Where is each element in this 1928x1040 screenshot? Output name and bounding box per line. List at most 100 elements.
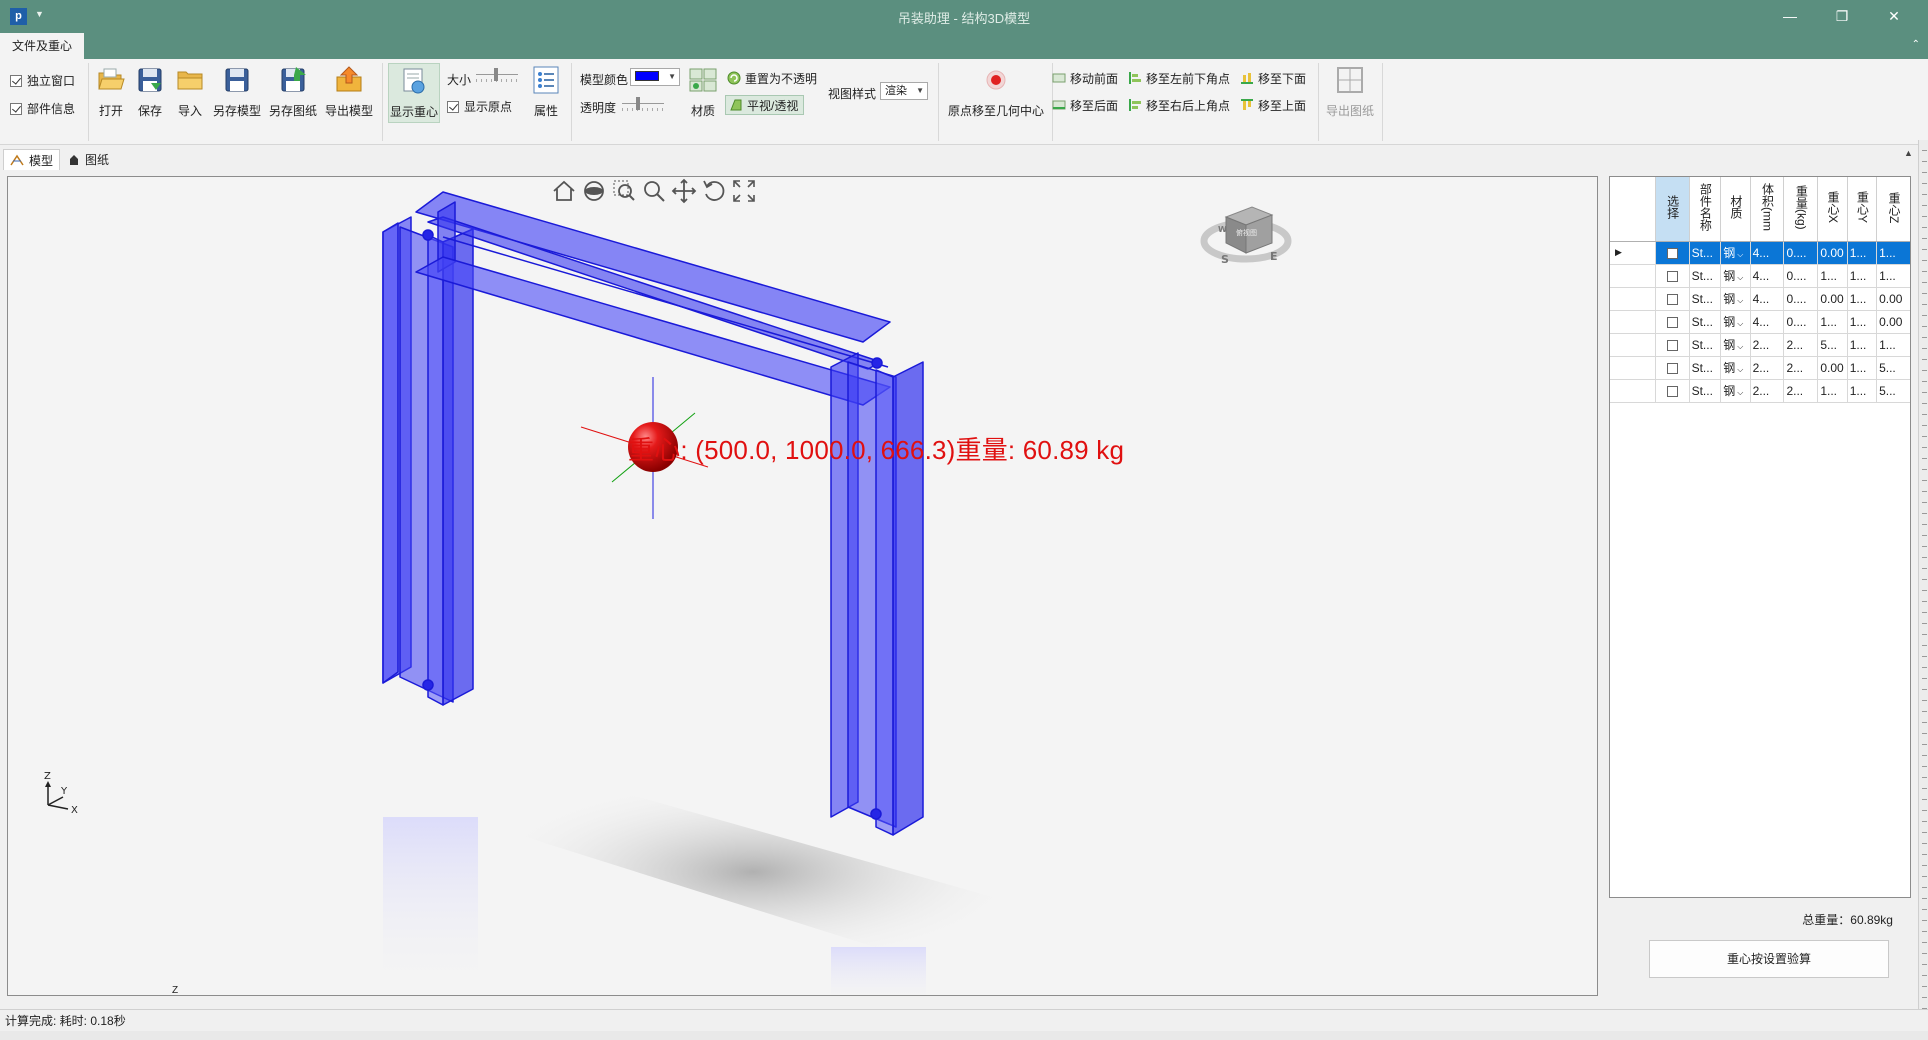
save-button[interactable]: 保存 <box>135 65 165 119</box>
select-cell[interactable] <box>1655 287 1690 311</box>
row-select-checkbox[interactable] <box>1666 385 1678 397</box>
ribbon-collapse-icon[interactable]: ⌃ <box>1912 39 1920 50</box>
row-select-checkbox[interactable] <box>1666 270 1678 282</box>
col-material[interactable]: 材质 <box>1720 177 1751 242</box>
properties-button[interactable]: 属性 <box>529 65 563 119</box>
chevron-down-icon[interactable]: ⌵ <box>1737 342 1743 351</box>
tab-drawing[interactable]: 图纸 <box>62 149 115 170</box>
col-cog-z[interactable]: 重心Z <box>1876 177 1910 242</box>
zoom-icon[interactable] <box>640 177 668 205</box>
row-header[interactable] <box>1610 310 1656 334</box>
export-model-button[interactable]: 导出模型 <box>324 65 374 119</box>
volume-cell[interactable]: 4... <box>1750 264 1785 288</box>
row-select-checkbox[interactable] <box>1666 339 1678 351</box>
pan-icon[interactable] <box>670 177 698 205</box>
weight-cell[interactable]: 0.... <box>1783 241 1819 265</box>
cog-z-cell[interactable]: 0.00 <box>1876 287 1910 311</box>
col-volume[interactable]: 体积(mm <box>1750 177 1785 242</box>
select-cell[interactable] <box>1655 333 1690 357</box>
checkbox-box[interactable] <box>447 100 459 113</box>
table-row[interactable]: St... 钢 ⌵ 2... 2... 0.00 1... 5... <box>1610 356 1910 380</box>
col-cog-x[interactable]: 重心X <box>1817 177 1848 242</box>
cog-y-cell[interactable]: 1... <box>1847 287 1878 311</box>
chevron-down-icon[interactable]: ⌵ <box>1737 296 1743 305</box>
chevron-down-icon[interactable]: ⌵ <box>1737 388 1743 397</box>
move-right-back-top-button[interactable]: 移至右后上角点 <box>1128 95 1230 115</box>
show-cog-button[interactable]: 显示重心 <box>388 63 440 123</box>
cog-y-cell[interactable]: 1... <box>1847 310 1878 334</box>
volume-cell[interactable]: 2... <box>1750 379 1785 403</box>
model-scene[interactable]: 俯视图 S E W Z Y X <box>8 177 1598 996</box>
row-header[interactable] <box>1610 287 1656 311</box>
table-row[interactable]: St... 钢 ⌵ 4... 0.... 1... 1... 0.00 <box>1610 310 1910 334</box>
ortho-perspective-toggle[interactable]: 平视/透视 <box>725 95 805 115</box>
volume-cell[interactable]: 2... <box>1750 356 1785 380</box>
cog-x-cell[interactable]: 5... <box>1817 333 1848 357</box>
minimize-button[interactable]: — <box>1770 4 1810 28</box>
select-cell[interactable] <box>1655 264 1690 288</box>
chevron-down-icon[interactable]: ⌵ <box>1737 250 1743 259</box>
3d-viewport[interactable]: 俯视图 S E W Z Y X 重心: (500.0, 1000.0, 666.… <box>7 176 1598 996</box>
size-slider[interactable] <box>476 68 518 82</box>
col-select[interactable]: 选择 <box>1655 177 1690 242</box>
table-row[interactable]: St... 钢 ⌵ 4... 0.... 0.00 1... 0.00 <box>1610 287 1910 311</box>
transparency-slider[interactable] <box>622 97 664 111</box>
col-part-name[interactable]: 部件名称 <box>1689 177 1722 242</box>
cog-x-cell[interactable]: 1... <box>1817 310 1848 334</box>
part-name-cell[interactable]: St... <box>1689 379 1722 403</box>
chevron-down-icon[interactable]: ⌵ <box>1737 365 1743 374</box>
view-cube[interactable]: 俯视图 S E W <box>1200 206 1292 266</box>
row-header[interactable] <box>1610 333 1656 357</box>
parts-table[interactable]: 选择 部件名称 材质 体积(mm 重量(kg) 重心X 重心Y 重心Z ▶ St.… <box>1609 176 1911 898</box>
export-drawing-button[interactable]: 导出图纸 <box>1324 65 1376 119</box>
cog-x-cell[interactable]: 0.00 <box>1817 241 1848 265</box>
table-row[interactable]: St... 钢 ⌵ 2... 2... 1... 1... 5... <box>1610 379 1910 403</box>
slider-thumb[interactable] <box>636 97 640 110</box>
fit-all-icon[interactable] <box>730 177 758 205</box>
cog-x-cell[interactable]: 0.00 <box>1817 287 1848 311</box>
cog-x-cell[interactable]: 1... <box>1817 264 1848 288</box>
row-header[interactable] <box>1610 356 1656 380</box>
weight-cell[interactable]: 0.... <box>1783 264 1819 288</box>
save-drawing-as-button[interactable]: 另存图纸 <box>268 65 318 119</box>
cog-z-cell[interactable]: 5... <box>1876 379 1910 403</box>
part-name-cell[interactable]: St... <box>1689 333 1722 357</box>
origin-to-center-button[interactable]: 原点移至几何中心 <box>944 65 1048 119</box>
weight-cell[interactable]: 2... <box>1783 356 1819 380</box>
orbit-icon[interactable] <box>580 177 608 205</box>
cog-z-cell[interactable]: 1... <box>1876 264 1910 288</box>
model-color-picker[interactable]: ▼ <box>630 68 680 86</box>
material-cell[interactable]: 钢 ⌵ <box>1720 310 1751 334</box>
weight-cell[interactable]: 0.... <box>1783 287 1819 311</box>
part-name-cell[interactable]: St... <box>1689 287 1722 311</box>
move-top-button[interactable]: 移至上面 <box>1240 95 1306 115</box>
material-cell[interactable]: 钢 ⌵ <box>1720 333 1751 357</box>
cog-y-cell[interactable]: 1... <box>1847 356 1878 380</box>
table-row[interactable]: ▶ St... 钢 ⌵ 4... 0.... 0.00 1... 1... <box>1610 241 1910 265</box>
weight-cell[interactable]: 0.... <box>1783 310 1819 334</box>
material-cell[interactable]: 钢 ⌵ <box>1720 356 1751 380</box>
restore-button[interactable]: ❐ <box>1822 4 1862 28</box>
import-button[interactable]: 导入 <box>175 65 205 119</box>
save-model-as-button[interactable]: 另存模型 <box>212 65 262 119</box>
tab-file-and-cog[interactable]: 文件及重心 <box>0 33 84 59</box>
select-cell[interactable] <box>1655 356 1690 380</box>
cog-z-cell[interactable]: 1... <box>1876 333 1910 357</box>
material-button[interactable]: 材质 <box>688 65 718 119</box>
tab-model[interactable]: 模型 <box>3 149 61 170</box>
cog-y-cell[interactable]: 1... <box>1847 241 1878 265</box>
part-info-checkbox[interactable]: 部件信息 <box>10 100 75 117</box>
row-header[interactable] <box>1610 264 1656 288</box>
select-cell[interactable] <box>1655 310 1690 334</box>
cog-x-cell[interactable]: 1... <box>1817 379 1848 403</box>
cog-y-cell[interactable]: 1... <box>1847 333 1878 357</box>
checkbox-box[interactable] <box>10 102 22 115</box>
volume-cell[interactable]: 4... <box>1750 241 1785 265</box>
move-bottom-button[interactable]: 移至下面 <box>1240 68 1306 88</box>
cog-x-cell[interactable]: 0.00 <box>1817 356 1848 380</box>
volume-cell[interactable]: 2... <box>1750 333 1785 357</box>
part-name-cell[interactable]: St... <box>1689 241 1722 265</box>
show-origin-checkbox[interactable]: 显示原点 <box>447 98 512 115</box>
part-name-cell[interactable]: St... <box>1689 356 1722 380</box>
close-button[interactable]: ✕ <box>1874 4 1914 28</box>
